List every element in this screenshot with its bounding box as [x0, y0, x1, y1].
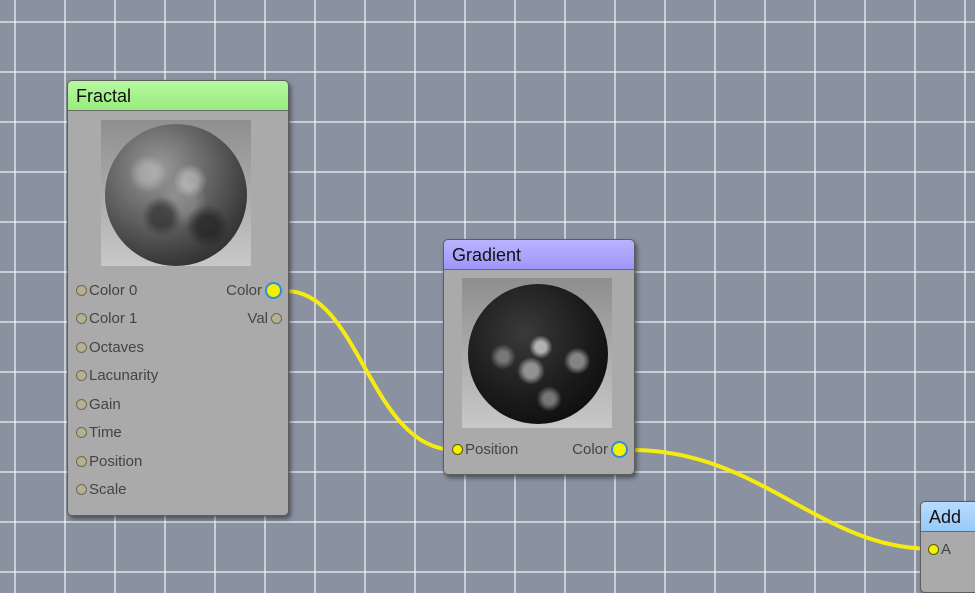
port-icon[interactable] — [76, 398, 87, 410]
fractal-preview-sphere — [105, 124, 247, 266]
port-icon[interactable] — [76, 284, 87, 296]
gradient-preview-image — [462, 278, 612, 428]
wire-fractal-color-to-gradient-position[interactable] — [285, 289, 456, 452]
port-icon[interactable] — [452, 443, 463, 455]
fractal-input-gain[interactable]: Gain — [76, 395, 121, 415]
port-icon[interactable] — [265, 281, 282, 299]
fractal-output-val[interactable]: Val — [247, 309, 282, 329]
fractal-node[interactable]: Fractal Color 0 Color 1 Octaves Lacunari… — [67, 80, 289, 516]
fractal-node-title[interactable]: Fractal — [68, 81, 288, 111]
port-icon[interactable] — [76, 483, 87, 495]
gradient-node-title[interactable]: Gradient — [444, 240, 634, 270]
port-icon[interactable] — [76, 426, 87, 438]
fractal-input-time[interactable]: Time — [76, 423, 122, 443]
fractal-input-octaves[interactable]: Octaves — [76, 338, 144, 358]
gradient-node[interactable]: Gradient Position Color — [443, 239, 635, 475]
port-icon[interactable] — [76, 455, 87, 467]
add-input-a[interactable]: A — [928, 540, 951, 560]
fractal-input-lacunarity[interactable]: Lacunarity — [76, 366, 158, 386]
fractal-preview-image — [101, 120, 251, 266]
port-icon[interactable] — [611, 440, 628, 458]
fractal-input-scale[interactable]: Scale — [76, 480, 127, 500]
gradient-output-color[interactable]: Color — [572, 440, 628, 460]
fractal-input-color-1[interactable]: Color 1 — [76, 309, 137, 329]
fractal-output-color[interactable]: Color — [226, 281, 282, 301]
fractal-input-position[interactable]: Position — [76, 452, 142, 472]
wire-gradient-color-to-add-a[interactable] — [631, 448, 933, 551]
gradient-input-position[interactable]: Position — [452, 440, 518, 460]
gradient-preview-sphere — [468, 284, 608, 424]
port-icon[interactable] — [271, 312, 282, 324]
port-icon[interactable] — [928, 543, 939, 555]
add-node-title[interactable]: Add — [921, 502, 975, 532]
add-node[interactable]: Add A — [920, 501, 975, 593]
port-icon[interactable] — [76, 312, 87, 324]
fractal-input-color-0[interactable]: Color 0 — [76, 281, 137, 301]
port-icon[interactable] — [76, 369, 87, 381]
port-icon[interactable] — [76, 341, 87, 353]
